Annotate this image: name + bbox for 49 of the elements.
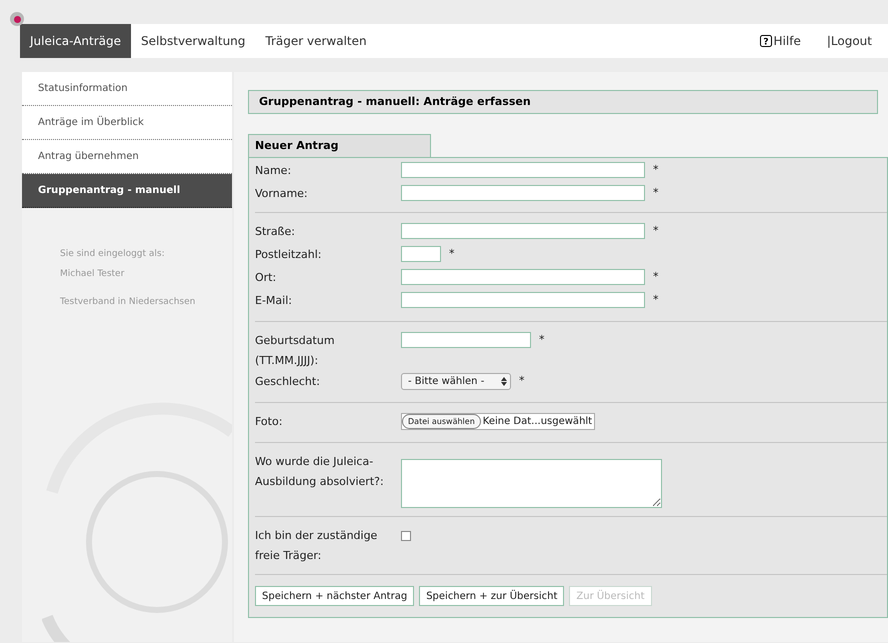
field-label: Vorname: [255, 186, 309, 202]
text-input[interactable] [401, 292, 645, 308]
help-link[interactable]: Hilfe [774, 32, 801, 50]
field-label: Wo wurde die Juleica-Ausbildung absolviert?: [255, 454, 385, 490]
file-status: Keine Dat...usgewählt [482, 415, 592, 429]
field-label: Ort: [255, 270, 278, 286]
sidebar-item[interactable]: Antrag übernehmen [22, 140, 232, 174]
field-label: Foto: [255, 414, 284, 430]
text-input[interactable] [401, 162, 645, 178]
sidebar-item[interactable]: Anträge im Überblick [22, 106, 232, 140]
choose-file-button[interactable]: Datei auswählen [402, 414, 481, 429]
form-button[interactable]: Speichern + zur Übersicht [419, 586, 564, 606]
required-mark: * [653, 269, 658, 285]
field-label: Ich bin der zuständige freie Träger: [255, 528, 378, 564]
user-name: Michael Tester [60, 268, 126, 281]
text-input[interactable] [401, 223, 645, 240]
organization-name: Testverband in Niedersachsen [60, 296, 196, 309]
field-label: E-Mail: [255, 293, 293, 309]
required-mark: * [653, 185, 658, 201]
page-title: Gruppenantrag - manuell: Anträge erfassen [248, 90, 878, 114]
field-label: Geschlecht: [255, 374, 321, 390]
text-input[interactable] [401, 269, 645, 286]
nav-tab[interactable]: Juleica-Anträge [20, 24, 132, 58]
required-mark: * [449, 246, 454, 262]
help-icon[interactable]: ? [760, 35, 772, 47]
nav-tab[interactable]: Träger verwalten [255, 24, 377, 58]
text-input[interactable] [401, 246, 441, 262]
sidebar-item[interactable]: Gruppenantrag - manuell [22, 174, 232, 208]
required-mark: * [653, 162, 658, 178]
logout-link[interactable]: |Logout [826, 32, 872, 50]
gender-select[interactable]: - Bitte wählen - [401, 373, 511, 390]
form-button[interactable]: Speichern + nächster Antrag [255, 586, 414, 606]
field-label: Straße: [255, 224, 296, 240]
text-input[interactable] [401, 185, 645, 202]
nav-tab[interactable]: Selbstverwaltung [131, 24, 256, 58]
field-label: Name: [255, 163, 292, 179]
dropdown-arrows-icon [501, 377, 507, 386]
required-mark: * [539, 332, 544, 348]
field-label: Postleitzahl: [255, 247, 322, 263]
sidebar-item[interactable]: Statusinformation [22, 72, 232, 106]
login-label: Sie sind eingeloggt als: [60, 248, 166, 261]
checkbox[interactable] [401, 531, 411, 541]
field-label: Geburtsdatum (TT.MM.JJJJ): [255, 333, 336, 369]
date-input[interactable] [401, 332, 531, 348]
form-tab[interactable]: Neuer Antrag [248, 134, 431, 157]
required-mark: * [653, 292, 658, 308]
required-mark: * [653, 223, 658, 239]
required-mark: * [519, 373, 524, 390]
text-area[interactable] [401, 459, 662, 508]
